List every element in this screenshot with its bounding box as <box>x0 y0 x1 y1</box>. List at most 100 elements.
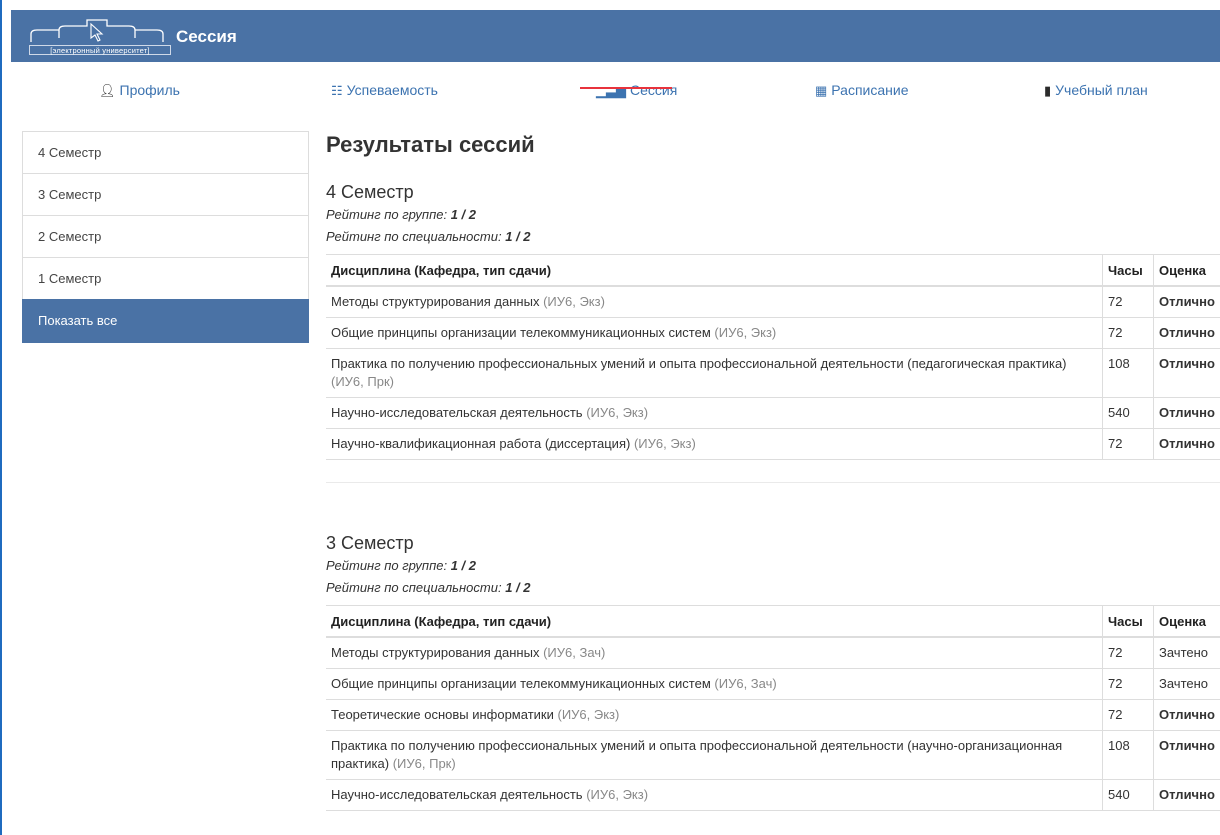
app-header: [электронный университет] Сессия <box>11 10 1220 62</box>
rating-specialty-value: 1 / 2 <box>505 229 531 244</box>
discipline-cell: Научно-исследовательская деятельность (И… <box>326 779 1103 811</box>
hours-cell: 540 <box>1102 397 1154 429</box>
discipline-dept: (ИУ6, Экз) <box>714 325 777 340</box>
hours-cell: 72 <box>1102 285 1154 318</box>
discipline-name: Практика по получению профессиональных у… <box>331 356 1067 371</box>
discipline-cell: Общие принципы организации телекоммуника… <box>326 668 1103 700</box>
building-logo-icon <box>30 19 164 42</box>
table-row: Общие принципы организации телекоммуника… <box>326 317 1220 349</box>
nav-curriculum[interactable]: ▮ Учебный план <box>1044 82 1148 99</box>
university-logo[interactable]: [электронный университет] <box>29 16 171 56</box>
column-header-grade: Оценка <box>1153 605 1220 638</box>
rating-group: Рейтинг по группе: 1 / 2 <box>326 555 1220 577</box>
sidebar-item-show-all[interactable]: Показать все <box>22 299 309 343</box>
nav-schedule[interactable]: ▦ Расписание <box>815 82 908 99</box>
discipline-dept: (ИУ6, Прк) <box>392 756 456 771</box>
user-icon: 👤︎ <box>99 83 116 99</box>
discipline-name: Теоретические основы информатики <box>331 707 554 722</box>
discipline-dept: (ИУ6, Экз) <box>586 405 649 420</box>
hours-cell: 72 <box>1102 699 1154 731</box>
grade-cell: Отлично <box>1153 317 1220 349</box>
table-row: Теоретические основы информатики (ИУ6, Э… <box>326 699 1220 731</box>
rating-specialty: Рейтинг по специальности: 1 / 2 <box>326 577 1220 599</box>
discipline-name: Общие принципы организации телекоммуника… <box>331 325 711 340</box>
discipline-name: Научно-исследовательская деятельность <box>331 787 583 802</box>
rating-group-label: Рейтинг по группе: <box>326 207 448 222</box>
column-header-hours: Часы <box>1102 605 1154 638</box>
table-row: Методы структурирования данных (ИУ6, Экз… <box>326 285 1220 318</box>
hours-cell: 72 <box>1102 636 1154 669</box>
discipline-dept: (ИУ6, Экз) <box>586 787 649 802</box>
hours-cell: 108 <box>1102 348 1154 398</box>
sidebar-item-semester-3[interactable]: 3 Семестр <box>22 173 309 215</box>
rating-specialty-value: 1 / 2 <box>505 580 531 595</box>
nav-performance-label: Успеваемость <box>346 82 438 98</box>
grade-cell: Зачтено <box>1153 668 1220 700</box>
rating-group: Рейтинг по группе: 1 / 2 <box>326 204 1220 226</box>
nav-profile-label: Профиль <box>119 82 180 98</box>
table-row: Научно-квалификационная работа (диссерта… <box>326 428 1220 460</box>
column-header-hours: Часы <box>1102 254 1154 287</box>
bar-chart-icon: ▁▃▅ <box>596 83 626 99</box>
discipline-cell: Общие принципы организации телекоммуника… <box>326 317 1103 349</box>
discipline-cell: Практика по получению профессиональных у… <box>326 348 1103 398</box>
column-header-discipline: Дисциплина (Кафедра, тип сдачи) <box>326 254 1103 287</box>
discipline-name: Методы структурирования данных <box>331 294 540 309</box>
semester-title: 4 Семестр <box>326 182 414 202</box>
nav-curriculum-label: Учебный план <box>1055 82 1148 98</box>
grades-table: Дисциплина (Кафедра, тип сдачи) Часы Оце… <box>326 254 1220 460</box>
page-title: Результаты сессий <box>326 132 535 157</box>
grade-cell: Отлично <box>1153 397 1220 429</box>
discipline-dept: (ИУ6, Зач) <box>714 676 777 691</box>
hours-cell: 72 <box>1102 317 1154 349</box>
nav-performance[interactable]: ☷ Успеваемость <box>331 82 438 99</box>
table-row: Практика по получению профессиональных у… <box>326 348 1220 398</box>
table-row: Научно-исследовательская деятельность (И… <box>326 779 1220 811</box>
book-icon: ▮ <box>1044 83 1052 99</box>
nav-session[interactable]: ▁▃▅ Сессия <box>596 82 677 99</box>
hours-cell: 540 <box>1102 779 1154 811</box>
sidebar-item-semester-4[interactable]: 4 Семестр <box>22 131 309 173</box>
discipline-dept: (ИУ6, Экз) <box>633 436 696 451</box>
discipline-name: Научно-исследовательская деятельность <box>331 405 583 420</box>
grade-cell: Отлично <box>1153 348 1220 398</box>
table-row: Практика по получению профессиональных у… <box>326 730 1220 780</box>
main-content: Результаты сессий 4 Семестр Рейтинг по г… <box>326 130 1220 811</box>
window-left-border <box>0 0 2 835</box>
rating-specialty-label: Рейтинг по специальности: <box>326 580 502 595</box>
discipline-dept: (ИУ6, Зач) <box>543 645 606 660</box>
sidebar-item-semester-1[interactable]: 1 Семестр <box>22 257 309 299</box>
hours-cell: 72 <box>1102 668 1154 700</box>
discipline-name: Общие принципы организации телекоммуника… <box>331 676 711 691</box>
discipline-cell: Научно-квалификационная работа (диссерта… <box>326 428 1103 460</box>
table-header-row: Дисциплина (Кафедра, тип сдачи) Часы Оце… <box>326 254 1220 287</box>
grade-cell: Зачтено <box>1153 636 1220 669</box>
hours-cell: 72 <box>1102 428 1154 460</box>
semester-title: 3 Семестр <box>326 533 414 553</box>
discipline-cell: Практика по получению профессиональных у… <box>326 730 1103 780</box>
grade-cell: Отлично <box>1153 730 1220 780</box>
grade-cell: Отлично <box>1153 428 1220 460</box>
calendar-icon: ▦ <box>815 83 828 99</box>
table-row: Методы структурирования данных (ИУ6, Зач… <box>326 636 1220 669</box>
column-header-grade: Оценка <box>1153 254 1220 287</box>
discipline-dept: (ИУ6, Прк) <box>331 374 394 389</box>
sidebar-item-semester-2[interactable]: 2 Семестр <box>22 215 309 257</box>
nav-session-label: Сессия <box>630 82 678 98</box>
grade-cell: Отлично <box>1153 779 1220 811</box>
rating-group-value: 1 / 2 <box>450 558 476 573</box>
discipline-cell: Методы структурирования данных (ИУ6, Экз… <box>326 285 1103 318</box>
discipline-cell: Теоретические основы информатики (ИУ6, Э… <box>326 699 1103 731</box>
grade-cell: Отлично <box>1153 699 1220 731</box>
discipline-dept: (ИУ6, Экз) <box>543 294 605 309</box>
hours-cell: 108 <box>1102 730 1154 780</box>
rating-specialty-label: Рейтинг по специальности: <box>326 229 502 244</box>
grade-cell: Отлично <box>1153 285 1220 318</box>
nav-profile[interactable]: 👤︎ Профиль <box>99 82 180 99</box>
table-row: Научно-исследовательская деятельность (И… <box>326 397 1220 429</box>
table-header-row: Дисциплина (Кафедра, тип сдачи) Часы Оце… <box>326 605 1220 638</box>
rating-group-value: 1 / 2 <box>450 207 476 222</box>
rating-group-label: Рейтинг по группе: <box>326 558 448 573</box>
grid-icon: ☷ <box>331 83 343 99</box>
discipline-name: Методы структурирования данных <box>331 645 540 660</box>
